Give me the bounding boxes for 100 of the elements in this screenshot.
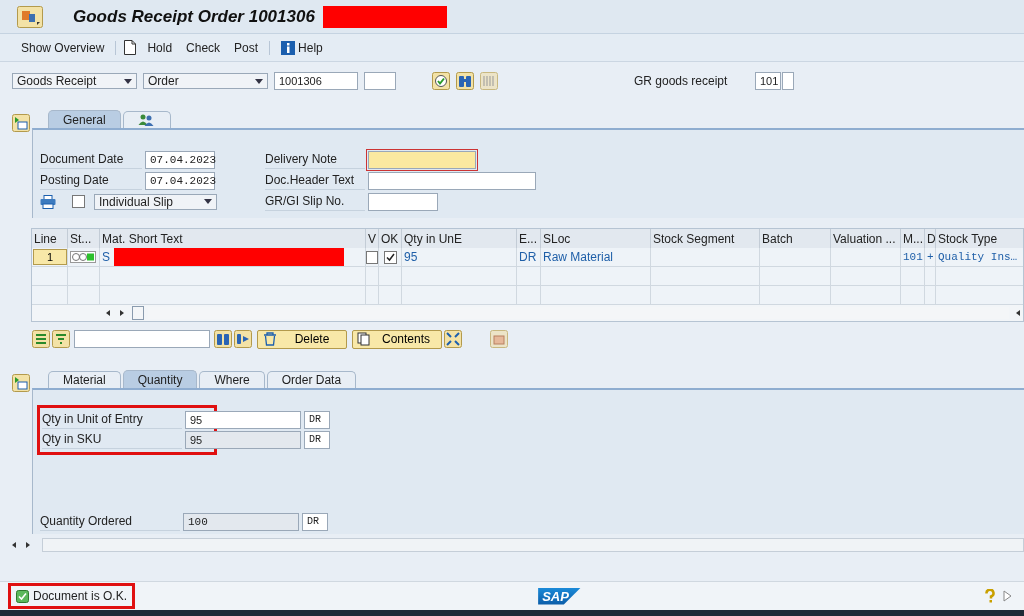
scrollbar-thumb[interactable]: [132, 306, 144, 320]
table-cell: DR: [519, 250, 537, 264]
table-cell: [760, 248, 831, 267]
order-item-field[interactable]: [364, 72, 396, 90]
column-header[interactable]: OK: [379, 229, 402, 248]
field-label: Qty in Unit of Entry: [42, 410, 182, 429]
window-title: Goods Receipt Order 1001306: [73, 6, 315, 27]
execute-icon[interactable]: [432, 72, 450, 90]
toolbar-button[interactable]: Post: [231, 40, 262, 55]
contents-button[interactable]: Contents: [352, 329, 442, 349]
table-cell: 101: [903, 251, 923, 263]
detail-tab[interactable]: Material: [48, 371, 121, 388]
status-lights-icon: [70, 251, 96, 263]
reference-dropdown[interactable]: Order: [143, 73, 268, 89]
ok-checkbox[interactable]: [383, 250, 397, 264]
table-cell: [517, 286, 541, 305]
row-checkbox[interactable]: [366, 250, 378, 264]
field-label: GR/GI Slip No.: [265, 192, 365, 211]
table-cell: Quality Ins…: [938, 251, 1018, 263]
column-header[interactable]: Stock Type: [936, 229, 1023, 248]
success-check-icon: [16, 589, 29, 603]
action-dropdown[interactable]: Goods Receipt: [12, 73, 137, 89]
column-header[interactable]: E...: [517, 229, 541, 248]
column-header[interactable]: Line: [32, 229, 68, 248]
unit-field[interactable]: DR: [304, 430, 330, 449]
table-cell: Raw Material: [543, 250, 614, 264]
layout-icon[interactable]: [12, 374, 30, 392]
toolbar-button[interactable]: Check: [183, 40, 224, 55]
text-field[interactable]: [368, 171, 536, 190]
quantity-field[interactable]: 100: [183, 512, 299, 531]
table-cell: [32, 286, 68, 305]
column-header[interactable]: SLoc: [541, 229, 651, 248]
delete-button[interactable]: Delete: [257, 329, 347, 349]
field-label: Document Date: [40, 150, 142, 169]
field-label: Qty in SKU: [42, 430, 182, 449]
help-question-icon[interactable]: [984, 589, 996, 603]
toolbar-button[interactable]: Hold: [144, 40, 176, 55]
column-header[interactable]: V: [366, 229, 379, 248]
movement-type-label: GR goods receipt: [634, 74, 729, 88]
table-cell: [831, 267, 901, 286]
expand-arrow-icon[interactable]: [1002, 590, 1012, 602]
partner-tab[interactable]: [122, 111, 171, 128]
text-field[interactable]: [368, 192, 438, 211]
layout-icon[interactable]: [12, 114, 30, 132]
search-field[interactable]: [74, 330, 210, 348]
table-cell: [379, 286, 402, 305]
new-document-icon[interactable]: [124, 40, 137, 55]
scrollbar-track[interactable]: [42, 538, 1024, 552]
field-label: Doc.Header Text: [265, 171, 365, 190]
column-header[interactable]: Qty in UnE: [402, 229, 517, 248]
line-number-button[interactable]: 1: [33, 249, 67, 265]
table-cell: [760, 286, 831, 305]
field-label: Delivery Note: [265, 150, 365, 169]
select-all-icon[interactable]: [32, 330, 50, 348]
detail-tab[interactable]: Where: [199, 371, 265, 388]
table-cell: [925, 286, 936, 305]
expand-icon[interactable]: [444, 330, 462, 348]
status-text: Document is O.K.: [33, 589, 128, 603]
sap-logo: SAP: [538, 587, 581, 605]
table-cell: [901, 286, 925, 305]
unit-field[interactable]: DR: [302, 512, 328, 531]
table-cell: S: [102, 250, 110, 264]
column-header[interactable]: Stock Segment: [651, 229, 760, 248]
movement-type-field[interactable]: 101: [755, 72, 781, 90]
date-field[interactable]: 07.04.2023: [145, 171, 215, 190]
info-icon: [281, 40, 296, 55]
copy-icon: [357, 332, 371, 346]
printer-icon[interactable]: [40, 194, 56, 209]
detail-tab[interactable]: Quantity: [122, 370, 198, 388]
find-next-icon[interactable]: [234, 330, 252, 348]
text-field[interactable]: [368, 150, 476, 169]
table-cell: +: [927, 251, 934, 263]
trash-icon: [262, 332, 278, 346]
toolbar-button[interactable]: Show Overview: [18, 40, 108, 55]
column-header[interactable]: Mat. Short Text: [100, 229, 366, 248]
menu-icon[interactable]: [17, 5, 43, 28]
table-cell: [68, 286, 100, 305]
detail-tab[interactable]: Order Data: [266, 371, 357, 388]
table-cell: [366, 286, 379, 305]
quantity-field[interactable]: 95: [185, 410, 301, 429]
column-header[interactable]: M...: [901, 229, 925, 248]
column-header[interactable]: Batch: [760, 229, 831, 248]
package-icon[interactable]: [490, 330, 508, 348]
print-checkbox[interactable]: [72, 195, 85, 208]
movement-indicator-field[interactable]: [782, 72, 794, 90]
date-field[interactable]: 07.04.2023: [145, 150, 215, 169]
table-cell: [760, 267, 831, 286]
deselect-all-icon[interactable]: [52, 330, 70, 348]
order-number-field[interactable]: 1001306: [274, 72, 358, 90]
field-label: Posting Date: [40, 171, 142, 190]
help-button[interactable]: Help: [278, 40, 326, 55]
quantity-field[interactable]: 95: [185, 430, 301, 449]
print-version-dropdown[interactable]: Individual Slip: [94, 193, 217, 210]
column-header[interactable]: St...: [68, 229, 100, 248]
general-tab[interactable]: General: [48, 110, 121, 128]
persons-icon: [137, 114, 156, 126]
table-cell: [831, 286, 901, 305]
field-label: Quantity Ordered: [40, 512, 180, 531]
column-header[interactable]: Valuation ...: [831, 229, 901, 248]
unit-field[interactable]: DR: [304, 410, 330, 429]
